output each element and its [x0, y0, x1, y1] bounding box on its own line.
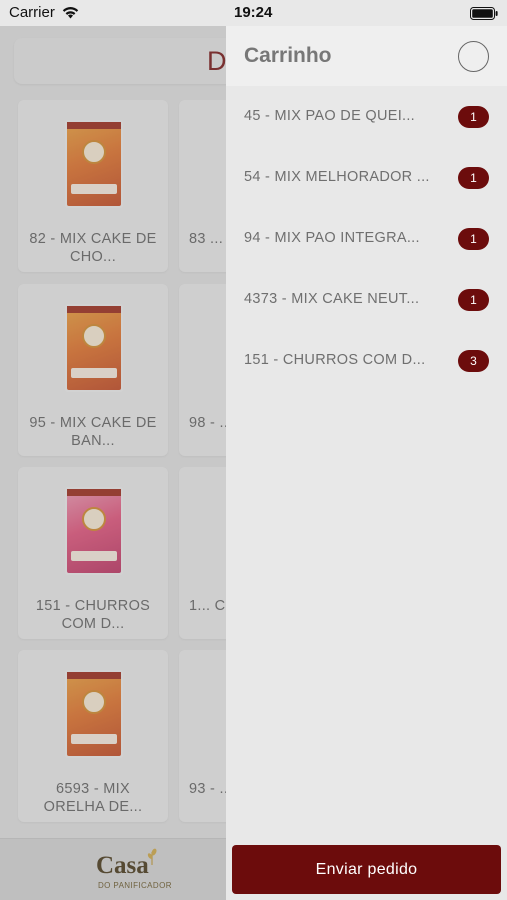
cart-item-label: 54 - MIX MELHORADOR ... [244, 169, 430, 185]
cart-item-label: 45 - MIX PAO DE QUEI... [244, 108, 416, 124]
quantity-badge: 3 [458, 350, 489, 372]
cart-item-label: 94 - MIX PAO INTEGRA... [244, 230, 420, 246]
cart-header: Carrinho [226, 26, 507, 86]
cart-item[interactable]: 94 - MIX PAO INTEGRA... 1 [226, 209, 507, 270]
cart-item[interactable]: 54 - MIX MELHORADOR ... 1 [226, 148, 507, 209]
cart-title: Carrinho [244, 44, 332, 67]
quantity-badge: 1 [458, 289, 489, 311]
battery-icon [470, 7, 498, 20]
cart-item-label: 151 - CHURROS COM D... [244, 352, 426, 368]
cart-item[interactable]: 4373 - MIX CAKE NEUT... 1 [226, 270, 507, 331]
cart-item[interactable]: 45 - MIX PAO DE QUEI... 1 [226, 87, 507, 148]
wifi-icon [62, 7, 79, 19]
send-order-button[interactable]: Enviar pedido [232, 845, 501, 894]
quantity-badge: 1 [458, 228, 489, 250]
quantity-badge: 1 [458, 106, 489, 128]
status-time: 19:24 [234, 4, 273, 21]
cart-drawer: 19:24 Carrinho 45 - MIX PAO DE QUEI... 1… [226, 0, 507, 900]
carrier-label: Carrier [9, 4, 55, 21]
quantity-badge: 1 [458, 167, 489, 189]
drawer-status-bar: 19:24 [226, 0, 507, 26]
close-circle-icon[interactable] [458, 41, 489, 72]
cart-item-label: 4373 - MIX CAKE NEUT... [244, 291, 420, 307]
cart-item[interactable]: 151 - CHURROS COM D... 3 [226, 331, 507, 392]
